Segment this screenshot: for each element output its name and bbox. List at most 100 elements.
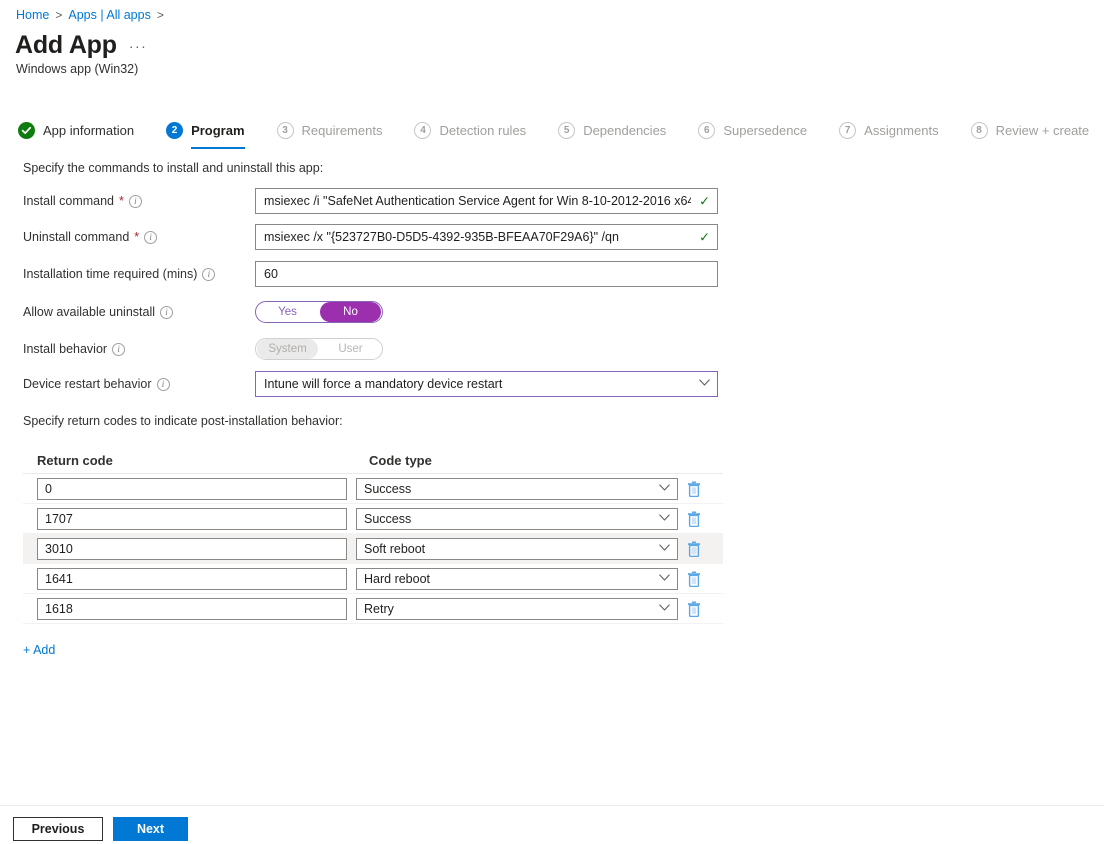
valid-check-icon: ✓ [699, 229, 710, 245]
code-type-select[interactable]: Retry [356, 597, 678, 620]
device-restart-behavior-row: Device restart behavior i Intune will fo… [23, 371, 718, 397]
breadcrumb-item-home[interactable]: Home [16, 7, 49, 23]
return-code-value: 0 [45, 481, 52, 496]
installation-time-row: Installation time required (mins) i 60 [23, 261, 718, 287]
code-type-value: Soft reboot [364, 541, 426, 556]
table-row: 1618 Retry [23, 594, 723, 624]
code-type-value: Hard reboot [364, 571, 431, 586]
code-type-value: Retry [364, 601, 394, 616]
step-number-badge: 8 [970, 121, 988, 139]
commands-section-note: Specify the commands to install and unin… [23, 161, 324, 175]
allow-available-uninstall-label: Allow available uninstall i [23, 305, 255, 319]
breadcrumb: Home > Apps | All apps > [16, 7, 164, 23]
installation-time-label: Installation time required (mins) i [23, 267, 255, 281]
delete-row-icon[interactable] [687, 541, 701, 557]
column-header-code-type: Code type [369, 453, 432, 468]
return-code-input[interactable]: 3010 [37, 537, 347, 560]
previous-button[interactable]: Previous [13, 817, 103, 841]
chevron-down-icon [659, 483, 670, 494]
install-behavior-label: Install behavior i [23, 342, 255, 356]
device-restart-behavior-value: Intune will force a mandatory device res… [264, 377, 503, 391]
chevron-down-icon [659, 573, 670, 584]
delete-row-icon[interactable] [687, 601, 701, 617]
label-text: Install behavior [23, 342, 108, 356]
return-code-value: 1707 [45, 511, 73, 526]
table-row: 0 Success [23, 474, 723, 504]
wizard-step-label: Supersedence [723, 122, 808, 138]
code-type-value: Success [364, 481, 412, 496]
uninstall-command-label: Uninstall command * i [23, 230, 255, 244]
delete-row-icon[interactable] [687, 511, 701, 527]
uninstall-command-input[interactable]: msiexec /x "{523727B0-D5D5-4392-935B-BFE… [255, 224, 718, 250]
code-type-select[interactable]: Hard reboot [356, 567, 678, 590]
install-command-row: Install command * i msiexec /i "SafeNet … [23, 188, 718, 214]
column-header-return-code: Return code [37, 453, 113, 468]
toggle-option-yes[interactable]: Yes [257, 302, 318, 322]
install-command-input[interactable]: msiexec /i "SafeNet Authentication Servi… [255, 188, 718, 214]
wizard-step-label: Program [191, 122, 245, 138]
add-return-code-button[interactable]: + Add [23, 643, 55, 657]
required-indicator: * [134, 230, 140, 244]
step-number-badge: 6 [698, 121, 716, 139]
code-type-select[interactable]: Soft reboot [356, 537, 678, 560]
wizard-step-label: Detection rules [439, 122, 527, 138]
wizard-step-label: Dependencies [583, 122, 667, 138]
label-text: Allow available uninstall [23, 305, 156, 319]
info-icon[interactable]: i [112, 342, 126, 356]
wizard-step-app-information[interactable]: App information [18, 116, 150, 144]
install-command-value: msiexec /i "SafeNet Authentication Servi… [264, 194, 691, 208]
wizard-step-detection-rules[interactable]: 4 Detection rules [414, 116, 542, 144]
label-text: Device restart behavior [23, 377, 152, 391]
step-number-badge: 2 [166, 121, 184, 139]
info-icon[interactable]: i [144, 230, 158, 244]
wizard-step-requirements[interactable]: 3 Requirements [276, 116, 399, 144]
breadcrumb-item-apps-all-apps[interactable]: Apps | All apps [68, 7, 150, 23]
return-code-input[interactable]: 0 [37, 477, 347, 500]
code-type-select[interactable]: Success [356, 477, 678, 500]
device-restart-behavior-select[interactable]: Intune will force a mandatory device res… [255, 371, 718, 397]
wizard-step-assignments[interactable]: 7 Assignments [839, 116, 954, 144]
delete-row-icon[interactable] [687, 481, 701, 497]
installation-time-input[interactable]: 60 [255, 261, 718, 287]
valid-check-icon: ✓ [699, 193, 710, 209]
install-behavior-toggle: System User [255, 338, 383, 360]
wizard-step-review-create[interactable]: 8 Review + create [970, 116, 1104, 144]
toggle-option-user: User [338, 343, 363, 355]
label-text: Installation time required (mins) [23, 267, 198, 281]
return-code-value: 1641 [45, 571, 73, 586]
toggle-option-no[interactable]: No [320, 302, 381, 322]
uninstall-command-value: msiexec /x "{523727B0-D5D5-4392-935B-BFE… [264, 230, 619, 244]
installation-time-value: 60 [264, 267, 278, 281]
wizard-step-dependencies[interactable]: 5 Dependencies [558, 116, 682, 144]
uninstall-command-row: Uninstall command * i msiexec /x "{52372… [23, 224, 718, 250]
return-code-value: 3010 [45, 541, 73, 556]
more-options-icon[interactable]: ··· [129, 39, 148, 53]
chevron-down-icon [659, 513, 670, 524]
return-code-input[interactable]: 1641 [37, 567, 347, 590]
breadcrumb-separator-icon-2: > [156, 8, 164, 22]
install-command-label: Install command * i [23, 194, 255, 208]
wizard-footer: Previous Next [0, 805, 1104, 844]
code-type-select[interactable]: Success [356, 507, 678, 530]
return-code-input[interactable]: 1618 [37, 597, 347, 620]
allow-available-uninstall-toggle[interactable]: Yes No [255, 301, 383, 323]
required-indicator: * [119, 194, 124, 208]
info-icon[interactable]: i [128, 194, 142, 208]
check-circle-icon [18, 121, 35, 139]
add-app-page: Home > Apps | All apps > Add App ··· Win… [0, 0, 1104, 844]
next-button[interactable]: Next [113, 817, 188, 841]
table-row: 3010 Soft reboot [23, 534, 723, 564]
delete-row-icon[interactable] [687, 571, 701, 587]
return-code-input[interactable]: 1707 [37, 507, 347, 530]
return-codes-section-note: Specify return codes to indicate post-in… [23, 414, 343, 428]
title-row: Add App ··· [15, 30, 147, 60]
info-icon[interactable]: i [202, 267, 216, 281]
wizard-step-program[interactable]: 2 Program [166, 116, 260, 149]
wizard-step-supersedence[interactable]: 6 Supersedence [698, 116, 823, 144]
device-restart-behavior-label: Device restart behavior i [23, 377, 255, 391]
step-number-badge: 3 [276, 121, 294, 139]
info-icon[interactable]: i [160, 305, 174, 319]
chevron-down-icon [659, 543, 670, 554]
info-icon[interactable]: i [156, 377, 170, 391]
wizard-steps: App information 2 Program 3 Requirements… [18, 116, 1104, 149]
